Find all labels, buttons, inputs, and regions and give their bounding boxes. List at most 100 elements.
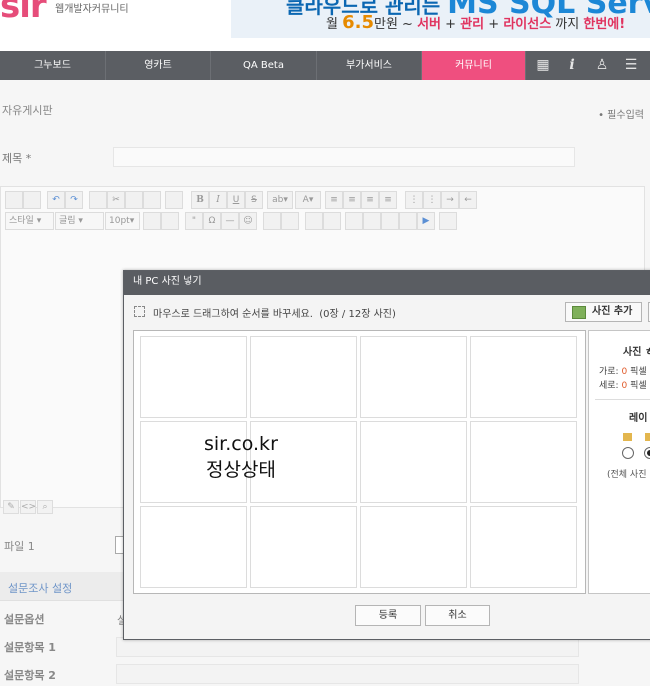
image-icon[interactable] bbox=[345, 212, 363, 230]
strike-icon[interactable]: S bbox=[245, 191, 263, 209]
ad-plus: + bbox=[488, 17, 500, 32]
add-photo-button[interactable]: 사진 추가 bbox=[565, 302, 642, 322]
file-label: 파일 1 bbox=[4, 540, 35, 553]
font-color-icon[interactable]: A▾ bbox=[295, 191, 321, 209]
photo-slot[interactable] bbox=[140, 336, 247, 418]
outdent-icon[interactable]: ← bbox=[459, 191, 477, 209]
ad-tag-once: 한번에! bbox=[583, 17, 626, 32]
new-doc-icon[interactable] bbox=[23, 191, 41, 209]
ad-tag-server: 서버 bbox=[417, 17, 442, 32]
media-icon[interactable]: ▶ bbox=[417, 212, 435, 230]
cancel-button[interactable]: 취소 bbox=[425, 605, 490, 626]
survey-option-label: 설문옵션 bbox=[4, 613, 45, 626]
height-value: 0 bbox=[621, 381, 628, 391]
nav-item-community[interactable]: 커뮤니티 bbox=[422, 51, 526, 80]
photo-slot[interactable] bbox=[470, 506, 577, 588]
style-select[interactable]: 스타일 ▾ bbox=[5, 212, 54, 230]
link-icon[interactable] bbox=[305, 212, 323, 230]
italic-icon[interactable]: I bbox=[209, 191, 227, 209]
user-icon[interactable]: ♙ bbox=[587, 51, 617, 80]
survey-item2-input[interactable] bbox=[116, 664, 579, 684]
highlight-color-icon[interactable]: ab▾ bbox=[267, 191, 293, 209]
undo-icon[interactable]: ↶ bbox=[47, 191, 65, 209]
style-select-value: 스타일 bbox=[9, 216, 34, 226]
grid-icon[interactable]: ▦ bbox=[528, 51, 558, 80]
ad-banner[interactable]: 클라우드로 관리는 MS SQL Server 월 6.5만원 ~ 서버 + 관… bbox=[231, 0, 650, 38]
photo-slot[interactable] bbox=[470, 421, 577, 503]
cut-icon[interactable]: ✂ bbox=[107, 191, 125, 209]
bold-icon[interactable]: B bbox=[191, 191, 209, 209]
underline-icon[interactable]: U bbox=[227, 191, 245, 209]
layout-radio-multi[interactable] bbox=[644, 447, 650, 459]
paste-icon[interactable] bbox=[125, 191, 143, 209]
line-icon[interactable]: — bbox=[221, 212, 239, 230]
align-center-icon[interactable]: ≡ bbox=[343, 191, 361, 209]
ad-unit: 만원 ~ bbox=[374, 17, 413, 32]
layout-radio-single[interactable] bbox=[622, 447, 634, 459]
subject-input[interactable] bbox=[113, 147, 575, 167]
image-edit-icon[interactable] bbox=[363, 212, 381, 230]
nav-item-youngcart[interactable]: 영카트 bbox=[106, 51, 211, 80]
top-banner: sir 웹개발자커뮤니티 클라우드로 관리는 MS SQL Server 월 6… bbox=[0, 0, 650, 50]
table-icon[interactable] bbox=[165, 191, 183, 209]
photo-slot[interactable] bbox=[360, 506, 467, 588]
html-mode-icon[interactable]: <> bbox=[20, 500, 36, 514]
flash-icon[interactable] bbox=[399, 212, 417, 230]
special-char-icon[interactable]: Ω bbox=[203, 212, 221, 230]
photo-slot[interactable] bbox=[250, 506, 357, 588]
page-break-icon[interactable] bbox=[439, 212, 457, 230]
copy-icon[interactable] bbox=[89, 191, 107, 209]
quote-icon[interactable]: " bbox=[185, 212, 203, 230]
indent-icon[interactable]: → bbox=[441, 191, 459, 209]
info-title: 사진 ㅎ bbox=[623, 347, 650, 358]
site-slogan: 웹개발자커뮤니티 bbox=[55, 4, 129, 15]
width-unit: 픽셀 bbox=[630, 367, 647, 377]
size-select[interactable]: 10pt▾ bbox=[105, 212, 140, 230]
print-icon[interactable] bbox=[5, 191, 23, 209]
photo-slot[interactable] bbox=[250, 336, 357, 418]
photo-slot[interactable] bbox=[360, 336, 467, 418]
preview-mode-icon[interactable]: ⌕ bbox=[37, 500, 53, 514]
add-photo-label: 사진 추가 bbox=[592, 306, 633, 317]
survey-item1-input[interactable] bbox=[116, 637, 579, 657]
layout-icon[interactable] bbox=[281, 212, 299, 230]
align-left-icon[interactable]: ≡ bbox=[325, 191, 343, 209]
survey-item2-label: 설문항목 2 bbox=[4, 669, 56, 682]
clear-format-icon[interactable] bbox=[161, 212, 179, 230]
width-value: 0 bbox=[621, 367, 628, 377]
photo-slot[interactable] bbox=[140, 506, 247, 588]
main-nav: 그누보드 영카트 QA Beta 부가서비스 커뮤니티 ▦ i ♙ ☰ bbox=[0, 51, 650, 80]
photo-count: (0장 / 12장 사진) bbox=[319, 309, 396, 320]
nav-item-gnuboard[interactable]: 그누보드 bbox=[0, 51, 106, 80]
align-justify-icon[interactable]: ≡ bbox=[379, 191, 397, 209]
photo-info-panel: 사진 ㅎ 가로: 0 픽셀 세로: 0 픽셀 레이 (전체 사진 bbox=[588, 330, 650, 594]
edit-mode-icon[interactable]: ✎ bbox=[3, 500, 19, 514]
site-logo[interactable]: sir bbox=[0, 0, 47, 26]
redo-icon[interactable]: ↷ bbox=[65, 191, 83, 209]
align-right-icon[interactable]: ≡ bbox=[361, 191, 379, 209]
bullet-list-icon[interactable]: ⋮ bbox=[423, 191, 441, 209]
emoticon-icon[interactable]: ☺ bbox=[239, 212, 257, 230]
photo-width: 가로: 0 픽셀 bbox=[599, 364, 647, 377]
gallery-icon[interactable] bbox=[381, 212, 399, 230]
photo-slot[interactable] bbox=[360, 421, 467, 503]
height-unit: 픽셀 bbox=[630, 381, 647, 391]
ordered-list-icon[interactable]: ⋮ bbox=[405, 191, 423, 209]
dialog-title-bar[interactable]: 내 PC 사진 넣기 bbox=[124, 271, 650, 295]
paste-text-icon[interactable] bbox=[143, 191, 161, 209]
photo-height: 세로: 0 픽셀 bbox=[599, 378, 647, 391]
list-icon[interactable]: ☰ bbox=[616, 51, 646, 80]
nav-item-qa[interactable]: QA Beta bbox=[211, 51, 317, 80]
unlink-icon[interactable] bbox=[323, 212, 341, 230]
format-brush-icon[interactable] bbox=[143, 212, 161, 230]
font-select[interactable]: 글림 ▾ bbox=[55, 212, 104, 230]
confirm-button[interactable]: 등록 bbox=[355, 605, 421, 626]
subject-label: 제목 * bbox=[2, 152, 32, 165]
all-photos-note: (전체 사진 bbox=[607, 470, 647, 480]
photo-slot[interactable] bbox=[470, 336, 577, 418]
survey-section-header[interactable]: 설문조사 설정 bbox=[0, 572, 124, 601]
textbox-icon[interactable] bbox=[263, 212, 281, 230]
nav-item-services[interactable]: 부가서비스 bbox=[317, 51, 422, 80]
ad-tag-manage: 관리 bbox=[460, 17, 485, 32]
info-icon[interactable]: i bbox=[557, 51, 587, 80]
